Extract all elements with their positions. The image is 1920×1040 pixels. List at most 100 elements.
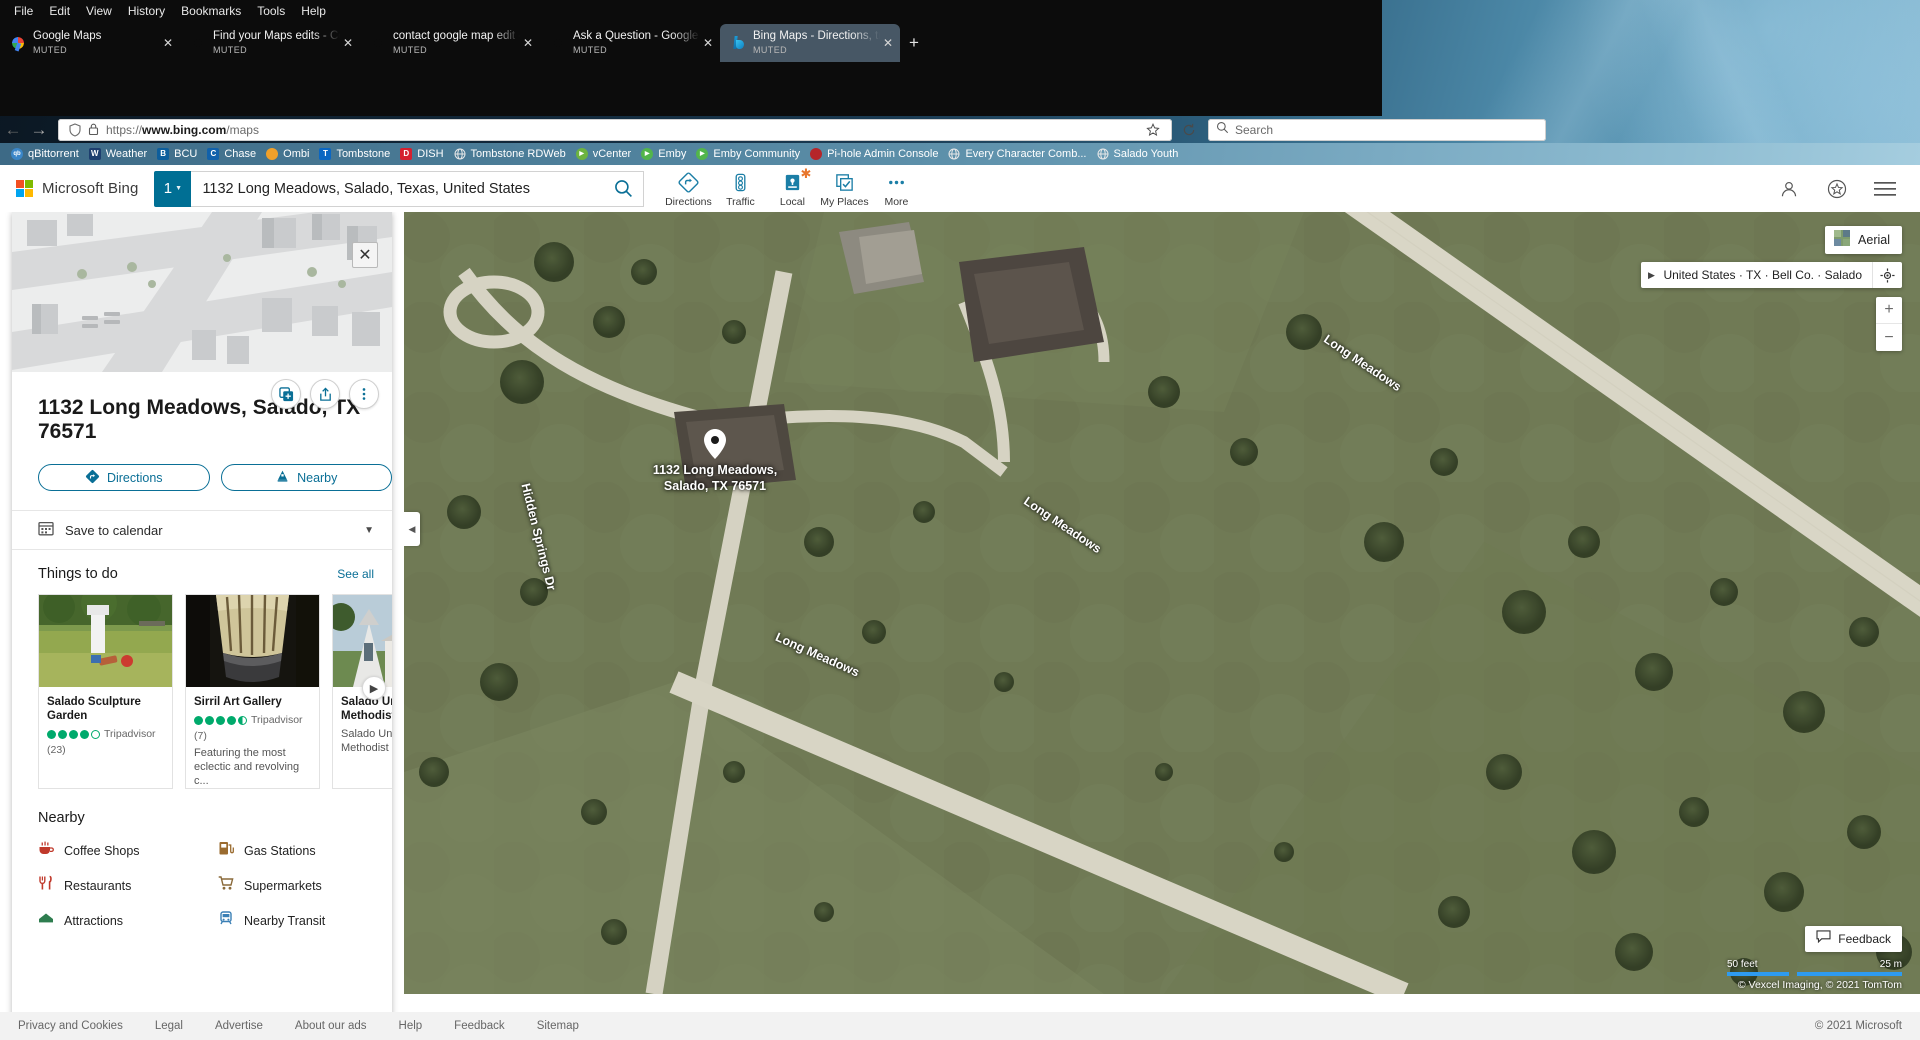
forward-arrow-icon[interactable]: →: [26, 117, 52, 143]
collapse-panel-button[interactable]: ◀: [404, 512, 420, 546]
zoom-out-button[interactable]: −: [1876, 324, 1902, 351]
nearby-item-coffee-shops[interactable]: Coffee Shops: [38, 840, 218, 861]
browser-tab-strip: Google Maps MUTED ✕ Find your Maps edits…: [0, 24, 928, 62]
bookmark-emby[interactable]: ▶ Emby: [636, 145, 691, 163]
nearby-label: Coffee Shops: [64, 843, 140, 858]
url-bar[interactable]: https://www.bing.com/maps: [58, 118, 1172, 141]
browser-tab-active[interactable]: Bing Maps - Directions, trip plan MUTED …: [720, 24, 900, 62]
menu-item-history[interactable]: History: [120, 0, 173, 22]
bookmark-tombstone[interactable]: T Tombstone: [314, 145, 395, 163]
footer-link-legal[interactable]: Legal: [155, 1020, 183, 1032]
see-all-link[interactable]: See all: [337, 567, 374, 581]
nearby-item-nearby-transit[interactable]: Nearby Transit: [218, 910, 392, 931]
bing-header: Microsoft Bing 1 ▼ Directions: [0, 165, 1920, 212]
reload-icon[interactable]: [1176, 117, 1202, 143]
back-arrow-icon[interactable]: ←: [0, 117, 26, 143]
chevron-down-icon[interactable]: ▼: [364, 525, 374, 536]
bookmark-pi-hole-admin-console[interactable]: Pi-hole Admin Console: [805, 145, 943, 163]
footer-link-about-our-ads[interactable]: About our ads: [295, 1020, 367, 1032]
ellipsis-icon: [886, 171, 907, 193]
browser-tab[interactable]: contact google map edit - Goog MUTED ✕: [360, 24, 540, 62]
google-icon: [190, 35, 206, 51]
browser-tab[interactable]: Find your Maps edits - Computer MUTED ✕: [180, 24, 360, 62]
nav-more[interactable]: More: [870, 169, 922, 208]
nearby-item-gas-stations[interactable]: Gas Stations: [218, 840, 392, 861]
bookmark-bcu[interactable]: B BCU: [152, 145, 202, 163]
browser-tab[interactable]: Google Maps MUTED ✕: [0, 24, 180, 62]
menu-item-view[interactable]: View: [78, 0, 120, 22]
nav-directions[interactable]: Directions: [662, 169, 714, 208]
aerial-view-button[interactable]: Aerial: [1825, 226, 1902, 254]
nearby-label: Nearby Transit: [244, 913, 326, 928]
tab-close-icon[interactable]: ✕: [520, 35, 536, 51]
account-icon[interactable]: [1774, 174, 1804, 204]
location-pin-icon[interactable]: [704, 429, 726, 459]
route-number-selector[interactable]: 1 ▼: [154, 170, 192, 207]
nearby-item-attractions[interactable]: Attractions: [38, 910, 218, 931]
save-to-calendar-row[interactable]: Save to calendar ▼: [12, 510, 392, 550]
breadcrumb-text[interactable]: United States · TX · Bell Co. · Salado: [1661, 268, 1872, 282]
browser-search-box[interactable]: Search: [1208, 118, 1546, 141]
microsoft-bing-logo[interactable]: Microsoft Bing: [16, 180, 138, 197]
panel-primary-actions: Directions Nearby: [38, 464, 392, 491]
menu-item-edit[interactable]: Edit: [41, 0, 78, 22]
menu-item-tools[interactable]: Tools: [249, 0, 293, 22]
zoom-in-button[interactable]: +: [1876, 297, 1902, 324]
weather-channel-icon: W: [88, 148, 101, 160]
share-icon[interactable]: [310, 379, 340, 409]
add-to-collection-icon[interactable]: [271, 379, 301, 409]
nearby-item-supermarkets[interactable]: Supermarkets: [218, 875, 392, 896]
bookmark-chase[interactable]: C Chase: [202, 145, 261, 163]
nav-local[interactable]: ✱ Local: [766, 167, 818, 208]
close-panel-button[interactable]: ✕: [352, 242, 378, 268]
footer-link-sitemap[interactable]: Sitemap: [537, 1020, 579, 1032]
bookmark-star-icon[interactable]: [1142, 122, 1164, 137]
nearby-button[interactable]: Nearby: [220, 464, 392, 491]
nav-traffic[interactable]: Traffic: [714, 169, 766, 208]
locate-me-icon[interactable]: [1872, 262, 1902, 288]
bookmark-ombi[interactable]: Ombi: [261, 145, 314, 163]
tab-title: contact google map edit - Goog: [393, 30, 520, 42]
route-number-label: 1: [163, 180, 173, 197]
bookmark-vcenter[interactable]: ▶ vCenter: [571, 145, 637, 163]
chevron-right-icon[interactable]: ▶: [1641, 270, 1661, 281]
bookmark-qbittorrent[interactable]: qb qBittorrent: [6, 145, 84, 163]
nearby-item-restaurants[interactable]: Restaurants: [38, 875, 218, 896]
search-input[interactable]: [191, 180, 604, 197]
hamburger-menu-icon[interactable]: [1870, 174, 1900, 204]
footer-link-advertise[interactable]: Advertise: [215, 1020, 263, 1032]
bookmark-weather[interactable]: W Weather: [84, 145, 152, 163]
footer-link-feedback[interactable]: Feedback: [454, 1020, 505, 1032]
menu-item-file[interactable]: File: [6, 0, 41, 22]
footer-link-privacy-and-cookies[interactable]: Privacy and Cookies: [18, 1020, 123, 1032]
google-icon: [370, 35, 386, 51]
browser-tab[interactable]: Ask a Question - Google Maps C MUTED ✕: [540, 24, 720, 62]
thing-description: Salado United Methodist Church is a...: [341, 728, 392, 754]
tab-close-icon[interactable]: ✕: [160, 35, 176, 51]
bookmark-dish[interactable]: D DISH: [395, 145, 448, 163]
search-icon[interactable]: [603, 179, 643, 198]
carousel-next-button[interactable]: ▶: [362, 676, 386, 700]
footer-link-help[interactable]: Help: [399, 1020, 423, 1032]
map-feedback-button[interactable]: Feedback: [1805, 926, 1902, 952]
bookmark-tombstone-rdweb[interactable]: Tombstone RDWeb: [449, 145, 571, 163]
directions-button[interactable]: Directions: [38, 464, 210, 491]
more-options-icon[interactable]: [349, 379, 379, 409]
menu-item-help[interactable]: Help: [293, 0, 334, 22]
bookmark-salado-youth[interactable]: Salado Youth: [1092, 145, 1184, 163]
nav-label: My Places: [820, 196, 869, 208]
bookmark-every-character-comb[interactable]: Every Character Comb...: [943, 145, 1091, 163]
bookmark-label: vCenter: [592, 148, 632, 160]
bookmark-emby-community[interactable]: ▶ Emby Community: [691, 145, 805, 163]
tab-close-icon[interactable]: ✕: [340, 35, 356, 51]
new-tab-button[interactable]: +: [900, 29, 928, 57]
menu-item-bookmarks[interactable]: Bookmarks: [173, 0, 249, 22]
thing-card[interactable]: Salado Sculpture Garden Tripadvisor (23): [38, 594, 173, 789]
emby-icon: ▶: [641, 148, 654, 160]
rewards-icon[interactable]: [1822, 174, 1852, 204]
thing-card[interactable]: Sirril Art Gallery Tripadvisor (7) Featu…: [185, 594, 320, 789]
map-view[interactable]: Hidden Springs Dr Long Meadows Long Mead…: [404, 212, 1920, 994]
nav-my-places[interactable]: My Places: [818, 169, 870, 208]
tab-close-icon[interactable]: ✕: [700, 35, 716, 51]
tab-close-icon[interactable]: ✕: [880, 35, 896, 51]
